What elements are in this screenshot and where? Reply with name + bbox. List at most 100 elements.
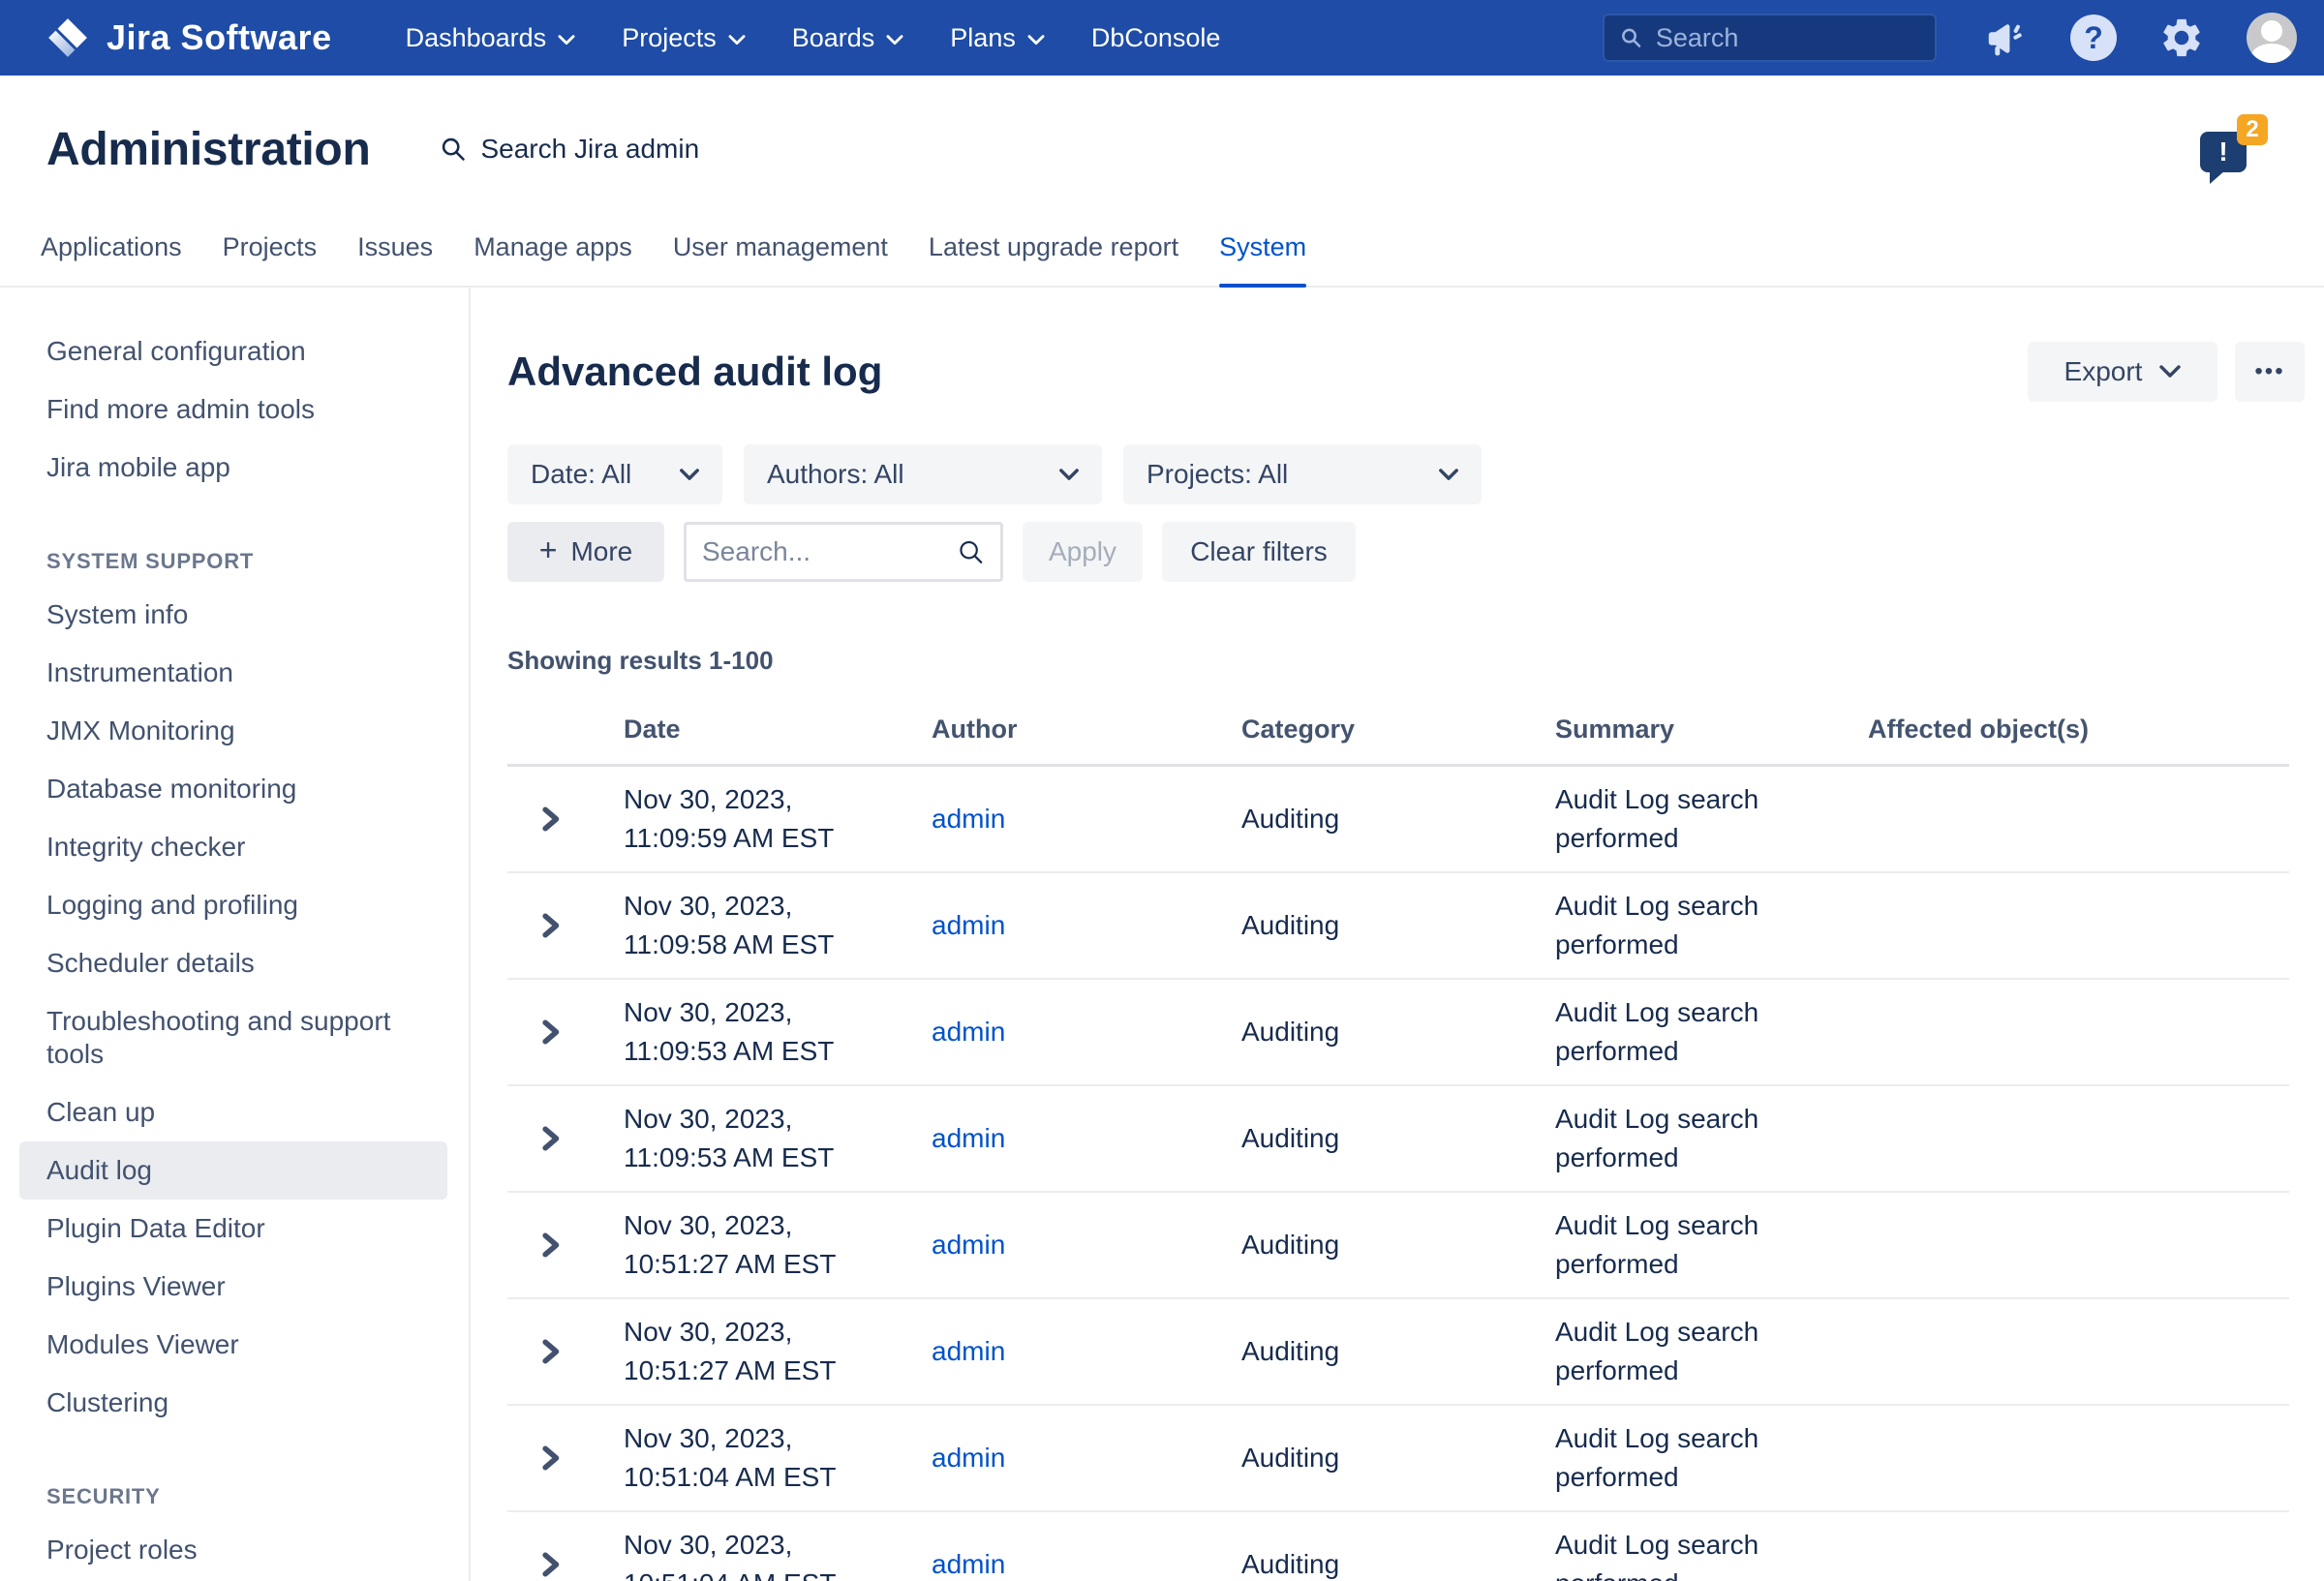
cell-date: Nov 30, 2023,10:51:27 AM EST bbox=[624, 1206, 932, 1284]
nav-item-dbconsole[interactable]: DbConsole bbox=[1091, 23, 1221, 53]
cell-author: admin bbox=[932, 1230, 1241, 1261]
sidebar-item-plugins-viewer[interactable]: Plugins Viewer bbox=[19, 1258, 447, 1316]
table-body: Nov 30, 2023,11:09:59 AM EST admin Audit… bbox=[507, 767, 2289, 1581]
nav-item-boards[interactable]: Boards bbox=[792, 23, 904, 53]
main-header: Advanced audit log Export ••• bbox=[507, 342, 2305, 402]
chevron-right-icon bbox=[538, 1232, 562, 1258]
row-expand-chevron[interactable] bbox=[507, 1552, 624, 1577]
tab-latest-upgrade-report[interactable]: Latest upgrade report bbox=[929, 232, 1178, 286]
cell-author: admin bbox=[932, 910, 1241, 941]
row-expand-chevron[interactable] bbox=[507, 1019, 624, 1045]
audit-search-input[interactable] bbox=[702, 536, 957, 567]
sidebar-item-instrumentation[interactable]: Instrumentation bbox=[19, 644, 447, 702]
results-summary: Showing results 1-100 bbox=[507, 646, 2305, 676]
sidebar-item-jmx-monitoring[interactable]: JMX Monitoring bbox=[19, 702, 447, 760]
more-actions-button[interactable]: ••• bbox=[2235, 342, 2305, 402]
user-avatar[interactable] bbox=[2247, 13, 2297, 63]
admin-search-label: Search Jira admin bbox=[480, 134, 699, 165]
megaphone-icon[interactable] bbox=[1983, 15, 2028, 60]
sidebar-item-scheduler-details[interactable]: Scheduler details bbox=[19, 934, 447, 992]
sidebar-item-clean-up[interactable]: Clean up bbox=[19, 1083, 447, 1141]
author-link[interactable]: admin bbox=[932, 910, 1005, 940]
author-link[interactable]: admin bbox=[932, 1549, 1005, 1579]
cell-category: Auditing bbox=[1241, 1017, 1555, 1048]
notification-badge: 2 bbox=[2237, 114, 2268, 145]
chevron-down-icon bbox=[1059, 469, 1079, 481]
settings-gear-icon[interactable] bbox=[2159, 15, 2204, 60]
chevron-down-icon bbox=[558, 35, 575, 46]
sidebar-item-logging-and-profiling[interactable]: Logging and profiling bbox=[19, 876, 447, 934]
chevron-down-icon bbox=[2159, 365, 2181, 379]
sidebar-item-clustering[interactable]: Clustering bbox=[19, 1374, 447, 1432]
tab-manage-apps[interactable]: Manage apps bbox=[474, 232, 632, 286]
sidebar-item-jira-mobile-app[interactable]: Jira mobile app bbox=[19, 439, 447, 497]
author-link[interactable]: admin bbox=[932, 1230, 1005, 1260]
authors-filter-dropdown[interactable]: Authors: All bbox=[744, 444, 1102, 504]
row-expand-chevron[interactable] bbox=[507, 1445, 624, 1471]
export-button[interactable]: Export bbox=[2028, 342, 2217, 402]
row-expand-chevron[interactable] bbox=[507, 1232, 624, 1258]
main-panel: Advanced audit log Export ••• Date: All … bbox=[471, 288, 2324, 1581]
search-icon bbox=[957, 536, 985, 567]
search-icon bbox=[1620, 25, 1642, 50]
tab-applications[interactable]: Applications bbox=[41, 232, 182, 286]
sidebar-item-system-info[interactable]: System info bbox=[19, 586, 447, 644]
projects-filter-dropdown[interactable]: Projects: All bbox=[1123, 444, 1482, 504]
nav-search-field[interactable] bbox=[1603, 14, 1937, 62]
admin-header: Administration Search Jira admin ! 2 bbox=[0, 76, 2324, 223]
more-filters-label: More bbox=[570, 536, 632, 567]
admin-search[interactable]: Search Jira admin bbox=[440, 134, 699, 165]
sidebar-item-general-configuration[interactable]: General configuration bbox=[19, 322, 447, 380]
tab-projects[interactable]: Projects bbox=[223, 232, 318, 286]
jira-brand[interactable]: Jira Software bbox=[46, 16, 332, 59]
author-link[interactable]: admin bbox=[932, 1443, 1005, 1473]
cell-category: Auditing bbox=[1241, 1549, 1555, 1580]
notifications-button[interactable]: ! 2 bbox=[2200, 114, 2272, 192]
cell-summary: Audit Log search performed bbox=[1555, 780, 1789, 858]
cell-author: admin bbox=[932, 1549, 1241, 1580]
cell-summary: Audit Log search performed bbox=[1555, 887, 1789, 964]
cell-summary: Audit Log search performed bbox=[1555, 1526, 1789, 1581]
sidebar: General configuration Find more admin to… bbox=[0, 288, 471, 1581]
top-navigation-bar: Jira Software Dashboards Projects Boards… bbox=[0, 0, 2324, 76]
sidebar-item-project-roles[interactable]: Project roles bbox=[19, 1521, 447, 1579]
help-icon[interactable]: ? bbox=[2070, 15, 2117, 61]
nav-item-dashboards[interactable]: Dashboards bbox=[406, 23, 576, 53]
table-row: Nov 30, 2023,11:09:53 AM EST admin Audit… bbox=[507, 1086, 2289, 1193]
sidebar-item-audit-log[interactable]: Audit log bbox=[19, 1141, 447, 1200]
chevron-right-icon bbox=[538, 1552, 562, 1577]
author-link[interactable]: admin bbox=[932, 1336, 1005, 1366]
audit-log-table: DateAuthorCategorySummaryAffected object… bbox=[507, 714, 2289, 1581]
sidebar-item-integrity-checker[interactable]: Integrity checker bbox=[19, 818, 447, 876]
author-link[interactable]: admin bbox=[932, 1123, 1005, 1153]
audit-search-field[interactable] bbox=[684, 522, 1003, 582]
row-expand-chevron[interactable] bbox=[507, 1126, 624, 1151]
nav-item-plans[interactable]: Plans bbox=[950, 23, 1045, 53]
authors-filter-label: Authors: All bbox=[767, 459, 904, 490]
nav-item-projects[interactable]: Projects bbox=[622, 23, 746, 53]
sidebar-item-database-monitoring[interactable]: Database monitoring bbox=[19, 760, 447, 818]
tab-issues[interactable]: Issues bbox=[357, 232, 433, 286]
sidebar-item-troubleshooting-and-support-tools[interactable]: Troubleshooting and support tools bbox=[19, 992, 447, 1083]
nav-search-input[interactable] bbox=[1656, 23, 1919, 53]
author-link[interactable]: admin bbox=[932, 804, 1005, 834]
row-expand-chevron[interactable] bbox=[507, 1339, 624, 1364]
cell-category: Auditing bbox=[1241, 1230, 1555, 1261]
more-filters-button[interactable]: + More bbox=[507, 522, 664, 582]
sidebar-item-find-more-admin-tools[interactable]: Find more admin tools bbox=[19, 380, 447, 439]
tab-user-management[interactable]: User management bbox=[673, 232, 888, 286]
cell-summary: Audit Log search performed bbox=[1555, 993, 1789, 1071]
tab-system[interactable]: System bbox=[1219, 232, 1306, 286]
clear-filters-button[interactable]: Clear filters bbox=[1162, 522, 1356, 582]
table-header-row: DateAuthorCategorySummaryAffected object… bbox=[507, 714, 2289, 767]
apply-button[interactable]: Apply bbox=[1023, 522, 1143, 582]
table-row: Nov 30, 2023,10:51:27 AM EST admin Audit… bbox=[507, 1299, 2289, 1406]
column-header-spacer bbox=[507, 714, 624, 745]
sidebar-item-modules-viewer[interactable]: Modules Viewer bbox=[19, 1316, 447, 1374]
section-title: Advanced audit log bbox=[507, 349, 2028, 395]
author-link[interactable]: admin bbox=[932, 1017, 1005, 1047]
sidebar-item-plugin-data-editor[interactable]: Plugin Data Editor bbox=[19, 1200, 447, 1258]
row-expand-chevron[interactable] bbox=[507, 913, 624, 938]
date-filter-dropdown[interactable]: Date: All bbox=[507, 444, 722, 504]
row-expand-chevron[interactable] bbox=[507, 806, 624, 832]
